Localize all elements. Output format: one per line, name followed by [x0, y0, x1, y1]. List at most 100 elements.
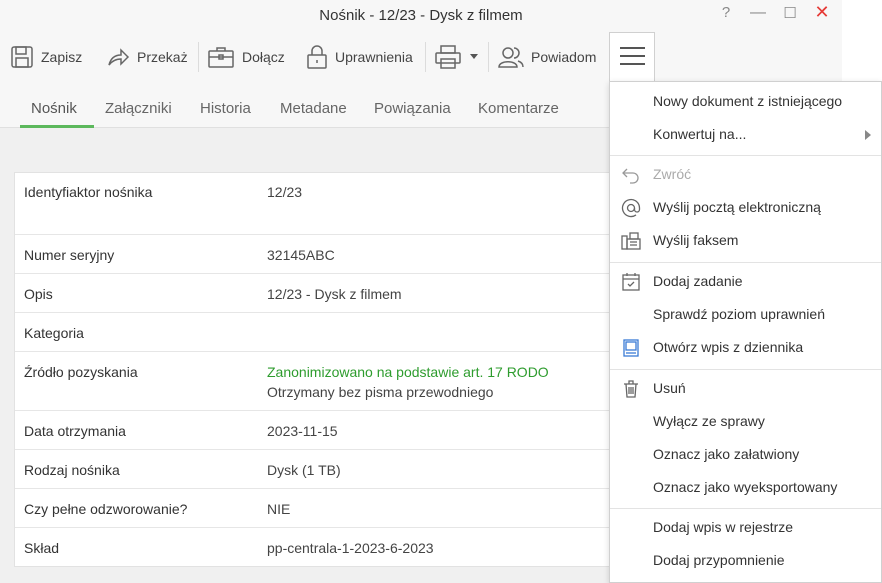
menu-item-mark-resolved[interactable]: Oznacz jako załatwiony	[610, 442, 881, 468]
menu-divider	[610, 508, 881, 509]
floppy-disk-icon	[11, 46, 33, 68]
menu-item-exclude-from-case[interactable]: Wyłącz ze sprawy	[610, 409, 881, 435]
field-value[interactable]: 2023-11-15	[267, 423, 338, 439]
padlock-icon	[307, 45, 327, 69]
tab-historia[interactable]: Historia	[200, 100, 251, 117]
print-button[interactable]	[434, 44, 486, 70]
save-button[interactable]: Zapisz	[10, 44, 82, 70]
hamburger-menu-button[interactable]	[609, 32, 655, 86]
field-label: Skład	[24, 540, 60, 556]
menu-item-label: Oznacz jako wyeksportowany	[653, 479, 838, 495]
maximize-button[interactable]: ☐	[780, 4, 800, 22]
field-row: Skład pp-centrala-1-2023-6-2023	[15, 528, 655, 567]
field-label: Identyfiaktor nośnika	[24, 184, 153, 200]
field-row: Identyfiaktor nośnika 12/23	[15, 173, 655, 235]
help-button[interactable]: ?	[716, 4, 736, 21]
field-label: Numer seryjny	[24, 247, 115, 263]
toolbar: Zapisz Przekaż Dołącz Uprawnienia Powiad…	[0, 32, 842, 86]
menu-item-label: Dodaj wpis w rejestrze	[653, 519, 794, 535]
field-label: Data otrzymania	[24, 423, 126, 439]
menu-item-label: Wyślij faksem	[653, 232, 739, 248]
save-label: Zapisz	[41, 49, 83, 65]
menu-item-add-reminder[interactable]: Dodaj przypomnienie	[610, 548, 881, 574]
actions-menu: Nowy dokument z istniejącego Konwertuj n…	[609, 81, 882, 583]
toolbar-divider	[488, 42, 489, 72]
tab-zalaczniki[interactable]: Załączniki	[105, 100, 172, 117]
menu-item-add-registry-entry[interactable]: Dodaj wpis w rejestrze	[610, 515, 881, 541]
menu-item-label: Zwróć	[653, 166, 692, 182]
field-label: Opis	[24, 286, 53, 302]
field-row: Źródło pozyskania Zanonimizowano na pods…	[15, 352, 655, 411]
menu-item-return[interactable]: Zwróć	[610, 162, 881, 188]
tab-metadane[interactable]: Metadane	[280, 100, 347, 117]
forward-label: Przekaż	[137, 49, 188, 65]
field-row: Kategoria	[15, 313, 655, 352]
menu-item-delete[interactable]: Usuń	[610, 376, 881, 402]
details-panel: Identyfiaktor nośnika 12/23 Numer seryjn…	[14, 172, 655, 567]
field-value[interactable]: 12/23	[267, 184, 302, 200]
menu-item-add-task[interactable]: Dodaj zadanie	[610, 269, 881, 295]
forward-button[interactable]: Przekaż	[106, 44, 188, 70]
tab-nosnik[interactable]: Nośnik	[31, 100, 77, 117]
menu-item-mark-exported[interactable]: Oznacz jako wyeksportowany	[610, 475, 881, 501]
field-value[interactable]: 12/23 - Dysk z filmem	[267, 286, 402, 302]
tab-komentarze[interactable]: Komentarze	[478, 100, 559, 117]
field-value[interactable]: Otrzymany bez pisma przewodniego	[267, 384, 493, 400]
chevron-down-icon[interactable]	[469, 53, 479, 61]
notify-button[interactable]: Powiadom	[498, 44, 596, 70]
menu-item-label: Sprawdź poziom uprawnień	[653, 306, 825, 322]
menu-item-label: Konwertuj na...	[653, 126, 747, 142]
menu-item-label: Dodaj przypomnienie	[653, 552, 785, 568]
submenu-arrow-icon	[865, 130, 871, 140]
menu-item-label: Oznacz jako załatwiony	[653, 446, 800, 462]
forward-arrow-icon	[108, 48, 130, 66]
menu-item-open-journal-entry[interactable]: Otwórz wpis z dziennika	[610, 335, 881, 361]
field-label: Rodzaj nośnika	[24, 462, 120, 478]
notify-label: Powiadom	[531, 49, 597, 65]
toolbar-divider	[198, 42, 199, 72]
field-label: Czy pełne odzworowanie?	[24, 501, 188, 517]
tab-powiazania[interactable]: Powiązania	[374, 100, 451, 117]
menu-item-label: Wyłącz ze sprawy	[653, 413, 765, 429]
menu-item-label: Usuń	[653, 380, 686, 396]
menu-divider	[610, 262, 881, 263]
permissions-button[interactable]: Uprawnienia	[306, 44, 413, 70]
field-value[interactable]: 32145ABC	[267, 247, 335, 263]
menu-item-label: Dodaj zadanie	[653, 273, 743, 289]
title-bar: Nośnik - 12/23 - Dysk z filmem ? — ☐ ✕	[0, 0, 842, 32]
menu-item-convert[interactable]: Konwertuj na...	[610, 122, 881, 148]
toolbar-divider	[425, 42, 426, 72]
menu-divider	[610, 155, 881, 156]
field-row: Data otrzymania 2023-11-15	[15, 411, 655, 450]
menu-item-send-fax[interactable]: Wyślij faksem	[610, 228, 881, 254]
hamburger-icon	[620, 63, 645, 65]
menu-item-check-permissions[interactable]: Sprawdź poziom uprawnień	[610, 302, 881, 328]
at-icon	[621, 198, 641, 218]
menu-item-send-email[interactable]: Wyślij pocztą elektroniczną	[610, 195, 881, 221]
field-row: Numer seryjny 32145ABC	[15, 235, 655, 274]
briefcase-icon	[208, 47, 234, 68]
minimize-button[interactable]: —	[748, 4, 768, 22]
menu-item-label: Wyślij pocztą elektroniczną	[653, 199, 821, 215]
field-label: Kategoria	[24, 325, 84, 341]
field-row: Opis 12/23 - Dysk z filmem	[15, 274, 655, 313]
menu-item-label: Otwórz wpis z dziennika	[653, 339, 804, 355]
users-icon	[498, 47, 524, 68]
field-label: Źródło pozyskania	[24, 364, 138, 380]
field-value[interactable]: NIE	[267, 501, 290, 517]
permissions-label: Uprawnienia	[335, 49, 413, 65]
field-value[interactable]: pp-centrala-1-2023-6-2023	[267, 540, 434, 556]
anonymized-value[interactable]: Zanonimizowano na podstawie art. 17 RODO	[267, 364, 549, 380]
menu-item-new-from-existing[interactable]: Nowy dokument z istniejącego	[610, 89, 881, 115]
attach-button[interactable]: Dołącz	[207, 44, 285, 70]
close-button[interactable]: ✕	[812, 2, 832, 23]
menu-divider	[610, 369, 881, 370]
undo-icon	[622, 168, 639, 184]
field-value[interactable]: Dysk (1 TB)	[267, 462, 341, 478]
trash-icon	[624, 380, 638, 398]
field-row: Czy pełne odzworowanie? NIE	[15, 489, 655, 528]
menu-item-label: Nowy dokument z istniejącego	[653, 93, 843, 109]
journal-icon	[623, 339, 639, 357]
hamburger-icon	[620, 55, 645, 57]
active-tab-indicator	[20, 125, 94, 128]
